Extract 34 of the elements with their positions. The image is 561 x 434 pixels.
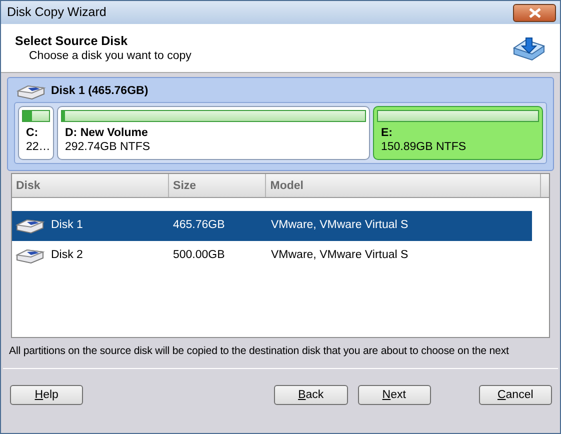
table-cell-text: Disk 1: [51, 218, 83, 234]
column-header[interactable]: Disk: [12, 174, 170, 197]
disk-drive-icon: [16, 84, 46, 100]
disk-drive-icon: [15, 248, 45, 264]
table-cell-text: Disk 2: [51, 248, 83, 264]
column-header[interactable]: Model: [266, 174, 541, 197]
disk-row[interactable]: Disk 1 465.76GB VMware, VMware Virtual S: [12, 211, 532, 241]
partition-label: E:: [381, 126, 394, 140]
partition-detail: 22…: [26, 140, 50, 154]
disk-drive-icon: [15, 218, 45, 234]
page-title: Select Source Disk: [15, 34, 129, 48]
partition-detail: 292.74GB NTFS: [65, 140, 152, 154]
window-title: Disk Copy Wizard: [7, 4, 106, 22]
partition-label: D: New Volume: [65, 126, 149, 140]
wizard-button[interactable]: Back: [274, 384, 348, 405]
table-cell: 500.00GB: [173, 249, 225, 262]
wizard-button[interactable]: Help: [10, 384, 84, 405]
close-icon: [528, 8, 542, 18]
partition-block[interactable]: E: 150.89GB NTFS: [373, 106, 543, 160]
table-cell: 465.76GB: [173, 219, 225, 232]
column-header[interactable]: Size: [169, 174, 266, 197]
disk-row[interactable]: Disk 2 500.00GB VMware, VMware Virtual S: [12, 241, 532, 271]
disk-title: Disk 1 (465.76GB): [51, 84, 148, 100]
partition-label: C:: [26, 126, 40, 140]
info-text: All partitions on the source disk will be copied to the destination disk that you are about to choose on the next: [8, 344, 510, 359]
partition-detail: 150.89GB NTFS: [381, 140, 468, 154]
partition-block[interactable]: D: New Volume 292.74GB NTFS: [57, 106, 370, 160]
table-cell: VMware, VMware Virtual S: [271, 219, 408, 232]
wizard-button[interactable]: Cancel: [478, 384, 552, 405]
page-subtitle: Choose a disk you want to copy: [28, 48, 192, 62]
close-button[interactable]: [513, 4, 556, 22]
wizard-button[interactable]: Next: [358, 384, 431, 405]
partition-block[interactable]: C: 22…: [18, 106, 54, 160]
table-cell: VMware, VMware Virtual S: [271, 249, 408, 262]
